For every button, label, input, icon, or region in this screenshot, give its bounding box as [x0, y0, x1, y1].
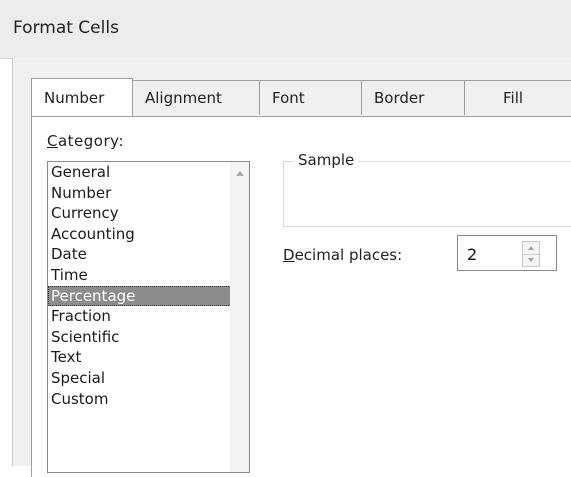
tab-fill[interactable]: Fill: [464, 80, 571, 115]
sample-group: Sample: [283, 151, 571, 227]
spinner-up-arrow-icon: [528, 246, 534, 250]
decimal-places-label-accel: D: [283, 246, 295, 264]
tab-font[interactable]: Font: [259, 80, 362, 115]
list-item-date[interactable]: Date: [48, 244, 249, 265]
list-item-currency[interactable]: Currency: [48, 203, 249, 224]
tab-number-label: Number: [44, 88, 105, 107]
list-item-text[interactable]: Text: [48, 347, 249, 368]
list-item-accounting[interactable]: Accounting: [48, 224, 249, 245]
category-label-accel: C: [47, 132, 58, 150]
decimal-places-spinner[interactable]: [522, 241, 540, 267]
tab-alignment-label: Alignment: [145, 89, 222, 107]
list-item-scientific[interactable]: Scientific: [48, 327, 249, 348]
sample-legend: Sample: [294, 151, 359, 169]
list-item-percentage[interactable]: Percentage: [48, 285, 249, 307]
category-scrollbar[interactable]: [230, 162, 249, 472]
format-cells-dialog: Format Cells Number Alignment Font Borde…: [0, 0, 571, 477]
list-item-number[interactable]: Number: [48, 183, 249, 204]
tab-number[interactable]: Number: [31, 78, 133, 116]
decimal-places-label: Decimal places:: [283, 246, 402, 264]
scroll-up-button[interactable]: [230, 162, 249, 184]
tab-font-label: Font: [272, 89, 305, 107]
list-item-custom[interactable]: Custom: [48, 389, 249, 410]
tab-strip: Number Alignment Font Border Fill: [31, 78, 571, 116]
category-listbox[interactable]: General Number Currency Accounting Date …: [47, 161, 250, 473]
spinner-down-button[interactable]: [523, 254, 539, 266]
decimal-places-label-rest: ecimal places:: [294, 246, 403, 264]
list-item-fraction[interactable]: Fraction: [48, 306, 249, 327]
spinner-down-arrow-icon: [528, 258, 534, 262]
number-tab-panel: Category: General Number Currency Accoun…: [31, 116, 571, 477]
tab-border-label: Border: [374, 89, 425, 107]
list-item-general[interactable]: General: [48, 162, 249, 183]
category-label-rest: ategory:: [57, 132, 124, 150]
category-label: Category:: [47, 132, 124, 150]
decimal-places-input[interactable]: 2: [457, 235, 557, 271]
dialog-title: Format Cells: [13, 18, 119, 38]
scroll-up-arrow-icon: [235, 170, 244, 176]
tab-fill-label: Fill: [503, 89, 524, 107]
dialog-body: Number Alignment Font Border Fill Catego…: [12, 58, 571, 477]
list-item-special[interactable]: Special: [48, 368, 249, 389]
tab-alignment[interactable]: Alignment: [132, 80, 260, 115]
tab-border[interactable]: Border: [361, 80, 465, 115]
list-item-time[interactable]: Time: [48, 265, 249, 286]
title-bar[interactable]: Format Cells: [0, 0, 571, 59]
